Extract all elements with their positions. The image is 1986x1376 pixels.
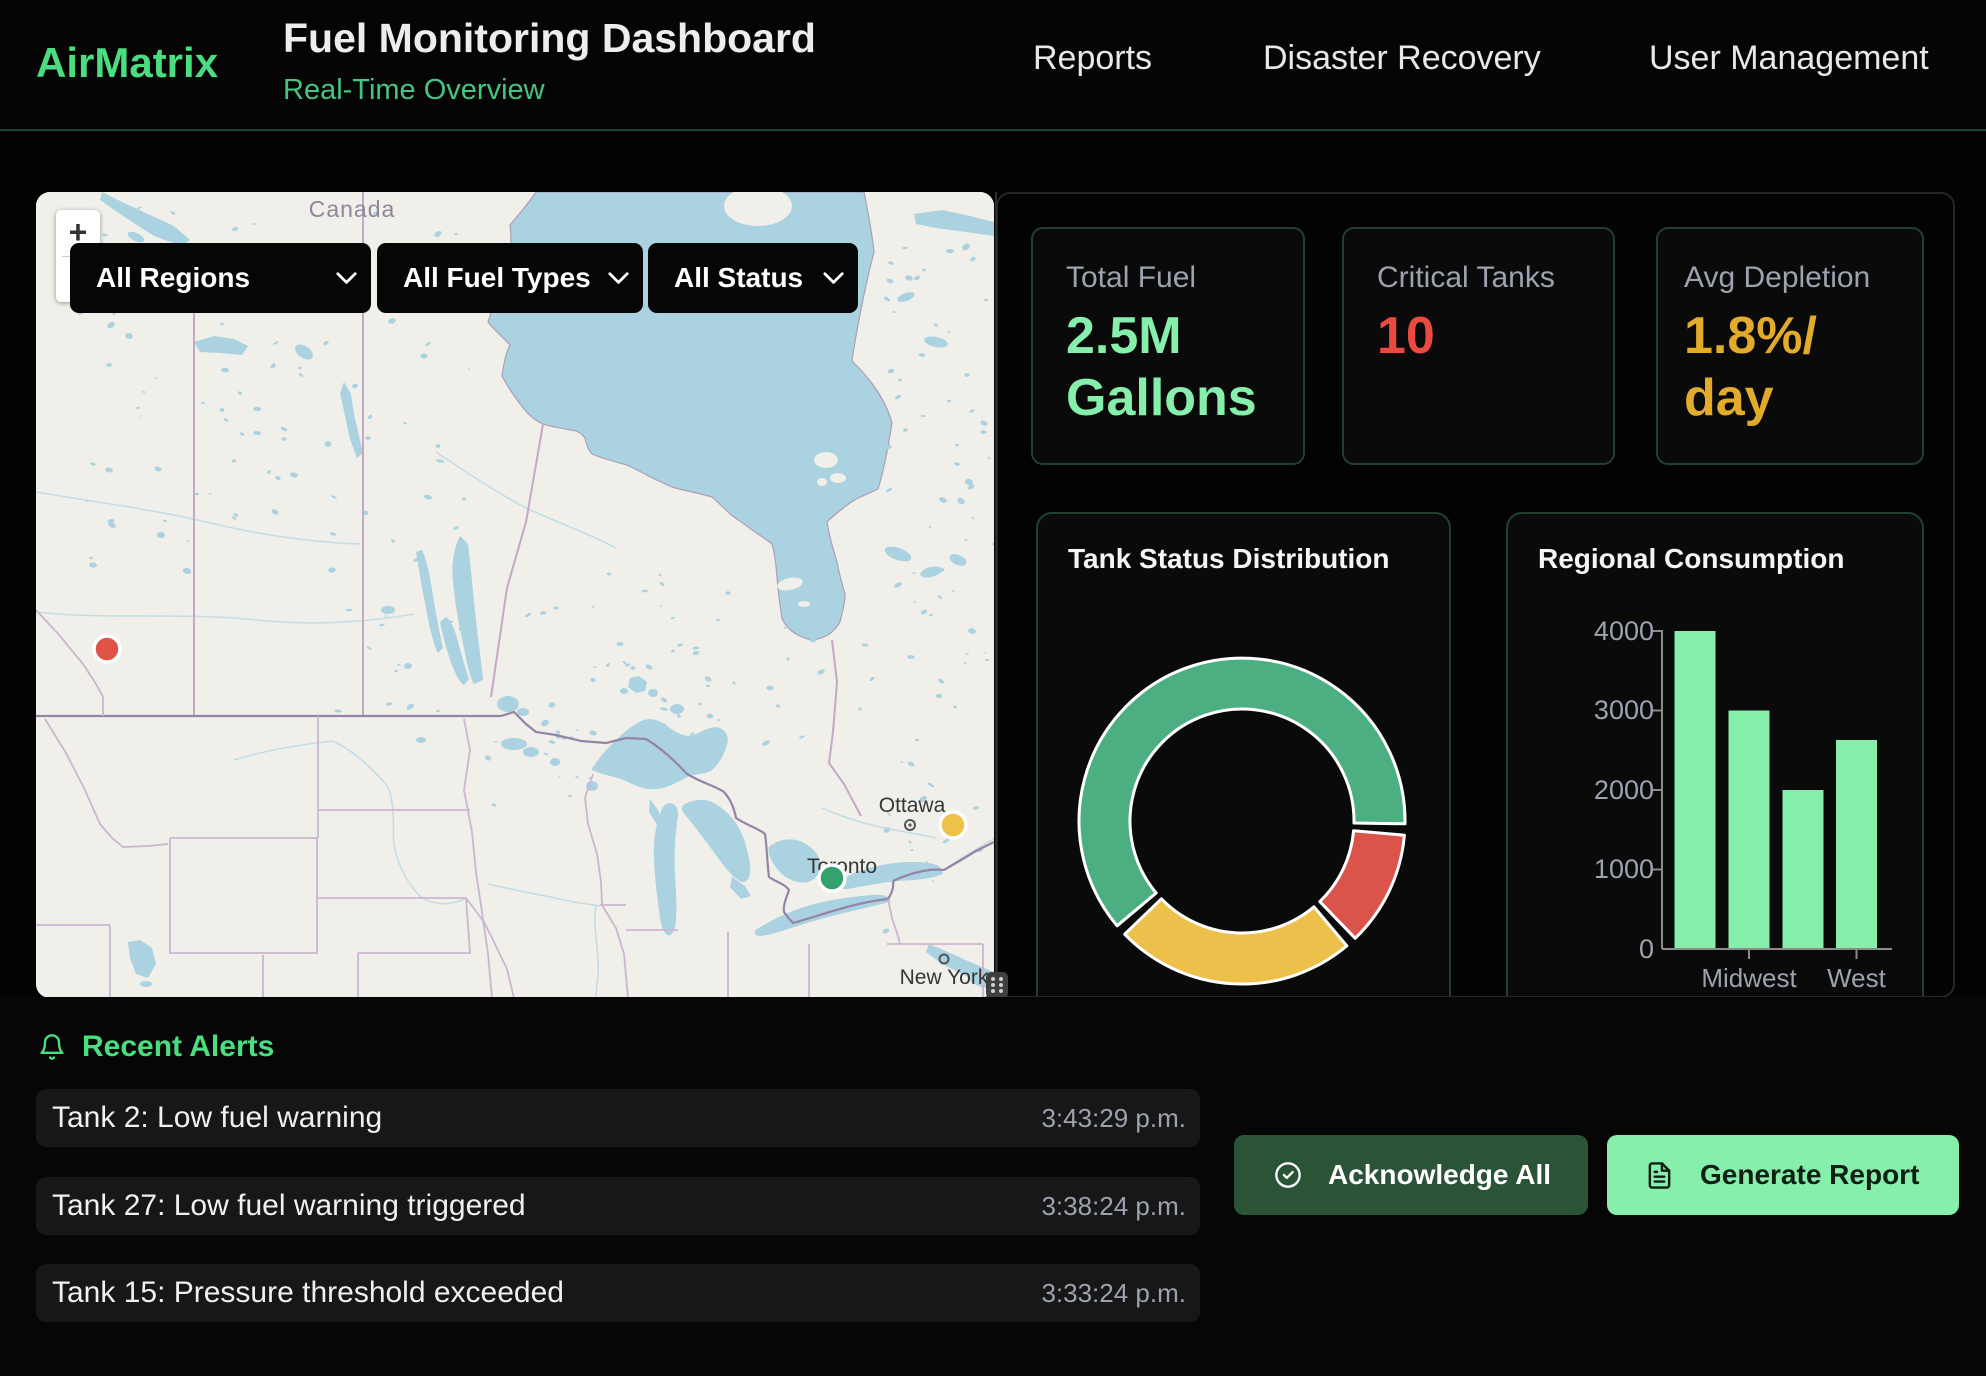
svg-text:West: West — [1827, 963, 1887, 993]
svg-text:0: 0 — [1639, 934, 1654, 964]
svg-text:4000: 4000 — [1594, 616, 1654, 646]
svg-text:3000: 3000 — [1594, 695, 1654, 725]
svg-text:Midwest: Midwest — [1701, 963, 1797, 993]
svg-text:New York: New York — [900, 966, 989, 989]
svg-text:Canada: Canada — [309, 196, 396, 222]
svg-text:1000: 1000 — [1594, 854, 1654, 884]
svg-text:Ottawa: Ottawa — [879, 794, 946, 817]
svg-text:2000: 2000 — [1594, 775, 1654, 805]
